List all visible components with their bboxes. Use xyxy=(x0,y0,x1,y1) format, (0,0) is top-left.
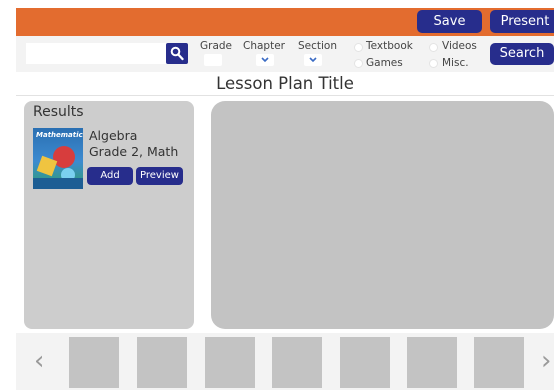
textbook-radio[interactable] xyxy=(354,43,363,52)
games-label: Games xyxy=(366,57,403,69)
videos-label: Videos xyxy=(442,40,477,52)
preview-button[interactable]: Preview xyxy=(136,167,183,185)
games-radio[interactable] xyxy=(354,59,363,68)
slide-thumbnail[interactable] xyxy=(474,337,524,388)
chevron-down-icon xyxy=(309,57,317,63)
grade-dropdown[interactable] xyxy=(204,54,222,66)
chapter-dropdown[interactable] xyxy=(256,54,274,66)
chapter-label: Chapter xyxy=(243,40,285,52)
chevron-down-icon xyxy=(261,57,269,63)
lesson-plan-title[interactable]: Lesson Plan Title xyxy=(16,72,554,96)
textbook-label: Textbook xyxy=(366,40,413,52)
slide-thumbnail[interactable] xyxy=(340,337,390,388)
misc-label: Misc. xyxy=(442,57,469,69)
result-title: Algebra xyxy=(89,128,138,143)
videos-radio[interactable] xyxy=(429,43,438,52)
results-heading: Results xyxy=(33,104,84,120)
prev-arrow-icon[interactable]: ‹ xyxy=(34,346,44,376)
present-button[interactable]: Present xyxy=(490,10,554,33)
book-cover-image[interactable]: Mathematics xyxy=(33,128,83,189)
search-button[interactable]: Search xyxy=(490,43,554,65)
lesson-plan-app: Save Present Grade Chapter Section Textb… xyxy=(0,0,554,390)
add-button[interactable]: Add xyxy=(87,167,133,185)
cover-shape xyxy=(53,146,75,168)
slide-thumbnail[interactable] xyxy=(137,337,187,388)
title-divider xyxy=(16,95,554,96)
search-input[interactable] xyxy=(26,43,166,64)
slide-thumbnail[interactable] xyxy=(407,337,457,388)
section-dropdown[interactable] xyxy=(304,54,322,66)
cover-title: Mathematics xyxy=(36,131,83,139)
grade-label: Grade xyxy=(200,40,233,52)
search-icon-button[interactable] xyxy=(166,43,188,64)
content-preview-panel[interactable] xyxy=(211,101,554,329)
section-label: Section xyxy=(298,40,338,52)
slide-thumbnail[interactable] xyxy=(272,337,322,388)
result-subtitle: Grade 2, Math xyxy=(89,144,179,159)
slide-thumbnail[interactable] xyxy=(69,337,119,388)
search-icon xyxy=(170,46,184,61)
left-margin xyxy=(0,0,16,390)
save-button[interactable]: Save xyxy=(417,10,482,33)
cover-band xyxy=(33,178,83,189)
slide-thumbnail[interactable] xyxy=(205,337,255,388)
misc-radio[interactable] xyxy=(429,59,438,68)
next-arrow-icon[interactable]: › xyxy=(541,346,551,376)
